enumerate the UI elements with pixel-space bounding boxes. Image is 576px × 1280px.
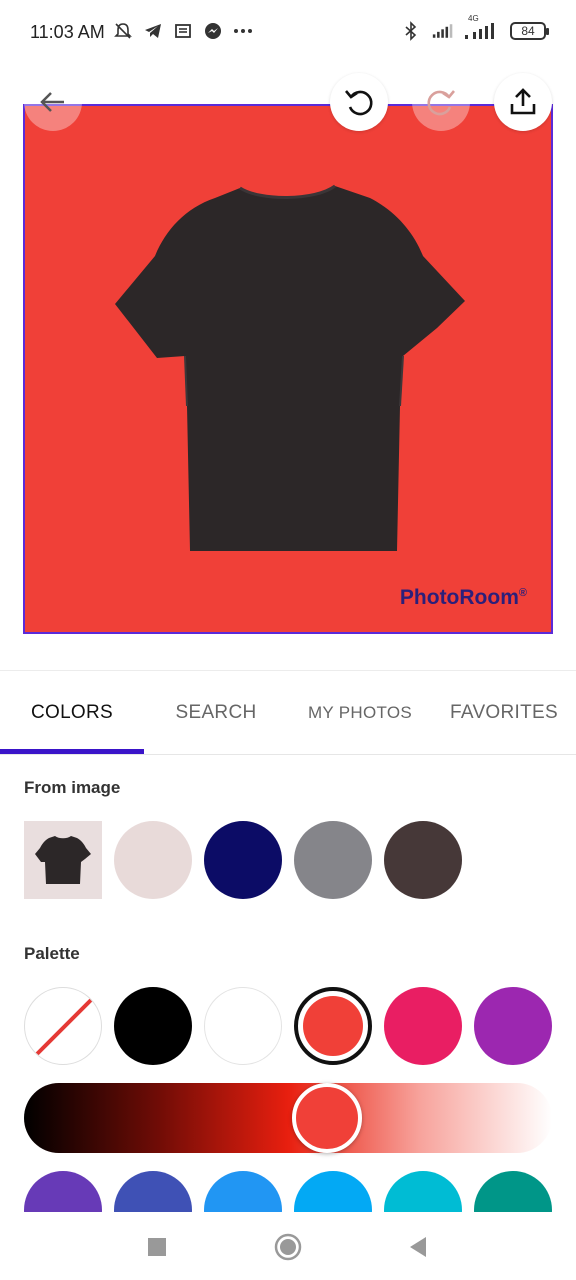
active-tab-indicator (0, 749, 144, 754)
notification-icons (112, 20, 254, 42)
signal-icon (432, 20, 454, 42)
square-icon (148, 1238, 166, 1256)
no-color-icon (35, 998, 93, 1056)
image-color-swatch[interactable] (384, 821, 462, 899)
palette-color-swatch[interactable] (204, 987, 282, 1065)
undo-button[interactable] (330, 73, 388, 131)
palette-color-swatch[interactable] (384, 987, 462, 1065)
telegram-icon (142, 20, 164, 42)
selected-color-swatch[interactable] (294, 987, 372, 1065)
tab-colors[interactable]: COLORS (0, 671, 144, 755)
redo-button[interactable] (412, 73, 470, 131)
battery-icon: 84 (510, 22, 549, 40)
messenger-icon (202, 20, 224, 42)
arrow-left-icon (40, 92, 64, 112)
tab-bar: COLORS SEARCH MY PHOTOS FAVORITES (0, 671, 576, 755)
home-button[interactable] (273, 1232, 303, 1262)
network-type-label: 4G (468, 14, 479, 23)
share-icon (510, 88, 536, 115)
shade-slider[interactable] (24, 1083, 552, 1153)
mute-icon (112, 20, 134, 42)
watermark-mark: ® (518, 587, 527, 599)
from-image-label: From image (24, 778, 121, 797)
palette-color-swatch[interactable] (384, 1171, 462, 1213)
palette-color-swatch[interactable] (24, 1171, 102, 1213)
palette-color-swatch[interactable] (114, 1171, 192, 1213)
palette-color-swatch[interactable] (114, 987, 192, 1065)
redo-icon (427, 90, 455, 116)
tshirt-thumbnail-icon (35, 836, 91, 884)
home-circle-icon (274, 1233, 302, 1261)
palette-label: Palette (24, 944, 80, 963)
triangle-back-icon (410, 1237, 426, 1257)
status-time: 11:03 AM (30, 22, 105, 42)
news-icon (172, 20, 194, 42)
image-canvas[interactable]: PhotoRoom® (23, 104, 553, 634)
palette-color-swatch[interactable] (474, 1171, 552, 1213)
signal-4g-icon: 4G (464, 14, 500, 42)
tab-search[interactable]: SEARCH (144, 671, 288, 755)
watermark-text: PhotoRoom (399, 586, 519, 609)
palette-color-swatch[interactable] (294, 1171, 372, 1213)
system-icons: 4G 84 (400, 14, 549, 42)
selected-color-fill (303, 996, 363, 1056)
image-color-swatch[interactable] (114, 821, 192, 899)
tab-favorites[interactable]: FAVORITES (432, 671, 576, 755)
tab-my-photos[interactable]: MY PHOTOS (288, 671, 432, 755)
more-palette-row (0, 1171, 576, 1213)
image-color-swatch[interactable] (204, 821, 282, 899)
system-nav-bar (0, 1212, 576, 1280)
status-bar: 11:03 AM 4G 84 (0, 0, 576, 64)
background-picker-sheet: COLORS SEARCH MY PHOTOS FAVORITES From i… (0, 670, 576, 1213)
shade-slider-thumb[interactable] (292, 1083, 362, 1153)
palette-color-swatch[interactable] (204, 1171, 282, 1213)
undo-icon (345, 90, 373, 116)
tshirt-image (115, 184, 465, 551)
back-button[interactable] (24, 73, 82, 131)
share-button[interactable] (494, 73, 552, 131)
more-dots-icon (232, 20, 254, 42)
bluetooth-icon (400, 20, 422, 42)
recents-button[interactable] (142, 1232, 172, 1262)
no-color-swatch[interactable] (24, 987, 102, 1065)
back-nav-button[interactable] (403, 1232, 433, 1262)
from-image-thumbnail[interactable] (24, 821, 102, 899)
image-color-swatch[interactable] (294, 821, 372, 899)
battery-level: 84 (521, 24, 535, 38)
photoroom-watermark: PhotoRoom® (400, 586, 527, 610)
palette-color-swatch[interactable] (474, 987, 552, 1065)
